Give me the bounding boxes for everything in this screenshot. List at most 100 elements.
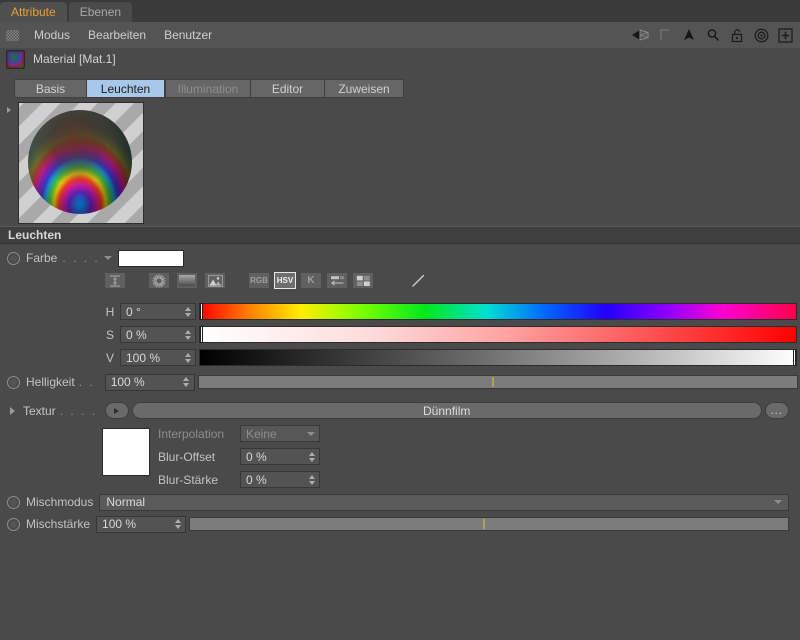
hue-label: H [105, 304, 115, 319]
blur-offset-label: Blur-Offset [158, 449, 216, 464]
saturation-value: 0 % [126, 327, 147, 342]
color-image-button[interactable] [204, 272, 226, 289]
hue-value: 0 ° [126, 304, 141, 319]
value-value: 100 % [126, 350, 161, 365]
row-mischmodus: Mischmodus Normal [0, 492, 800, 512]
textur-more-button[interactable]: ... [764, 402, 789, 419]
farbe-chevron-down-icon[interactable] [104, 256, 113, 260]
tab-editor[interactable]: Editor [250, 78, 324, 98]
mischstaerke-radio-marker[interactable] [7, 517, 20, 531]
mischstaerke-label: Mischstärke [26, 517, 91, 531]
interpolation-select[interactable]: Keine [240, 425, 320, 442]
helligkeit-value: 100 % [110, 375, 145, 389]
interpolation-chevron-down-icon [307, 431, 315, 436]
mischstaerke-value: 100 % [102, 517, 137, 531]
page-title: Material [Mat.1] [33, 52, 116, 66]
section-header-leuchten: Leuchten [0, 226, 800, 244]
tab-basis[interactable]: Basis [14, 78, 86, 98]
search-icon[interactable] [703, 25, 723, 45]
blur-offset-input[interactable]: 0 % [240, 448, 320, 465]
menu-item-modus[interactable]: Modus [25, 22, 79, 48]
mischmodus-radio-marker[interactable] [7, 495, 20, 509]
row-blur-strength: Blur-Stärke 0 % [0, 470, 800, 489]
saturation-stepper[interactable] [182, 327, 193, 342]
farbe-radio-marker[interactable] [7, 251, 20, 265]
mischmodus-value: Normal [106, 495, 146, 509]
back-arrow-icon[interactable] [631, 25, 651, 45]
hue-marker[interactable] [200, 303, 203, 320]
rgb-mode-button[interactable]: RGB [248, 272, 270, 289]
color-wheel-button[interactable] [148, 272, 170, 289]
grip-dots-icon[interactable] [6, 29, 19, 41]
blur-offset-stepper[interactable] [306, 449, 317, 464]
interpolation-label: Interpolation [158, 426, 225, 441]
target-icon[interactable] [751, 25, 771, 45]
row-hue: H 0 ° [0, 302, 800, 321]
tab-zuweisen[interactable]: Zuweisen [324, 78, 404, 98]
hue-stepper[interactable] [182, 304, 193, 319]
textur-expand-arrow-icon[interactable] [10, 406, 15, 415]
helligkeit-radio-marker[interactable] [7, 375, 20, 389]
color-gradient-button[interactable] [176, 272, 198, 289]
window-tab-strip: Attribute Ebenen [0, 0, 800, 22]
saturation-gradient-slider[interactable] [199, 326, 797, 343]
tab-illumination[interactable]: Illumination [165, 78, 250, 98]
blur-strength-input[interactable]: 0 % [240, 471, 320, 488]
preview-area [0, 100, 800, 224]
textur-label: Textur [23, 403, 56, 418]
collapse-arrow-icon[interactable] [7, 107, 11, 113]
value-label: V [105, 350, 114, 365]
helligkeit-stepper[interactable] [181, 375, 192, 390]
blur-strength-value: 0 % [246, 472, 267, 487]
menu-item-benutzer[interactable]: Benutzer [155, 22, 221, 48]
row-helligkeit: Helligkeit . . . 100 % [0, 372, 800, 392]
value-marker[interactable] [793, 349, 796, 366]
textur-leader: . . . . . . [59, 403, 102, 418]
material-ball-icon [6, 49, 25, 69]
value-stepper[interactable] [182, 350, 193, 365]
up-arrow-icon[interactable] [679, 25, 699, 45]
farbe-color-swatch[interactable] [118, 249, 185, 267]
material-preview-sphere[interactable] [18, 102, 144, 224]
mischstaerke-stepper[interactable] [172, 517, 183, 532]
value-gradient-slider[interactable] [199, 349, 797, 366]
swatches-mode-button[interactable] [352, 272, 374, 289]
window-tab-ebenen[interactable]: Ebenen [68, 2, 133, 22]
mischstaerke-slider[interactable] [189, 517, 790, 531]
mischmodus-chevron-down-icon [774, 500, 783, 504]
saturation-label: S [105, 327, 114, 342]
lock-open-icon[interactable] [727, 25, 747, 45]
menu-item-bearbeiten[interactable]: Bearbeiten [79, 22, 155, 48]
helligkeit-leader: . . . [78, 375, 101, 389]
helligkeit-slider[interactable] [197, 375, 798, 389]
eyedropper-icon[interactable] [410, 273, 426, 289]
forward-arrow-icon[interactable] [655, 25, 675, 45]
textur-play-button[interactable] [104, 402, 129, 419]
tab-leuchten[interactable]: Leuchten [86, 78, 165, 98]
plus-icon[interactable] [775, 25, 795, 45]
kelvin-mode-button[interactable]: K [300, 272, 322, 289]
blur-strength-stepper[interactable] [306, 472, 317, 487]
hsv-mode-button[interactable]: HSV [274, 272, 296, 289]
hue-input[interactable]: 0 ° [120, 303, 196, 320]
sliders-mode-button[interactable] [326, 272, 348, 289]
hue-gradient-slider[interactable] [199, 303, 797, 320]
saturation-marker[interactable] [200, 326, 203, 343]
mischstaerke-input[interactable]: 100 % [96, 515, 187, 533]
value-input[interactable]: 100 % [120, 349, 196, 366]
blur-strength-label: Blur-Stärke [158, 472, 219, 487]
window-tab-attribute[interactable]: Attribute [0, 2, 67, 22]
interpolation-value: Keine [246, 426, 277, 441]
saturation-input[interactable]: 0 % [120, 326, 196, 343]
mischmodus-select[interactable]: Normal [99, 493, 790, 511]
menu-toolbar [631, 25, 800, 45]
farbe-leader: . . . . [62, 251, 100, 265]
color-mode-button-row: RGB HSV K [0, 271, 800, 290]
cinema4d-attribute-manager: Attribute Ebenen Modus Bearbeiten Benutz… [0, 0, 800, 640]
row-saturation: S 0 % [0, 325, 800, 344]
color-picker-hsv-wheel-button[interactable] [104, 272, 126, 289]
helligkeit-label: Helligkeit [26, 375, 75, 389]
helligkeit-slider-tick [491, 377, 494, 387]
textur-field[interactable]: Dünnfilm [131, 402, 762, 419]
helligkeit-input[interactable]: 100 % [104, 373, 195, 391]
